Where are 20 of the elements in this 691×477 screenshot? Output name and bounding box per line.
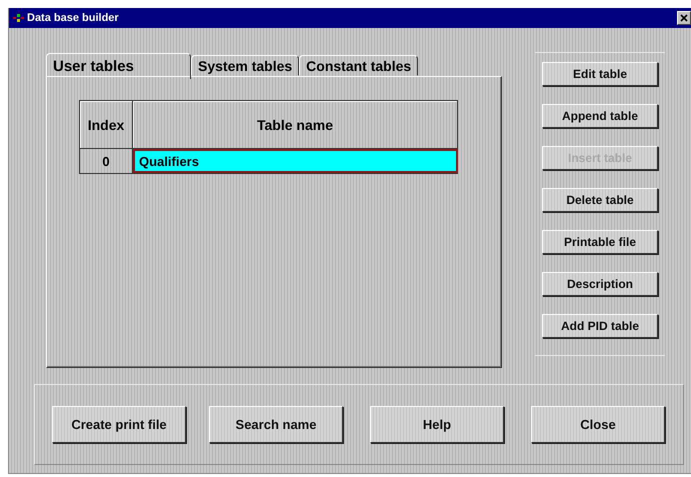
action-button[interactable]: Help — [370, 406, 504, 443]
close-icon — [680, 14, 688, 22]
tab[interactable]: System tables — [191, 55, 300, 76]
app-icon — [13, 14, 25, 22]
action-button[interactable]: Delete table — [542, 188, 658, 212]
column-header: Index — [80, 101, 133, 149]
close-button[interactable] — [677, 11, 691, 25]
action-button[interactable]: Add PID table — [542, 314, 658, 338]
column-header: Table name — [133, 101, 458, 149]
tab[interactable]: User tables — [46, 53, 191, 79]
window-title: Data base builder — [27, 12, 120, 24]
action-button[interactable]: Close — [531, 406, 665, 443]
action-button[interactable]: Search name — [209, 406, 343, 443]
table-cell[interactable]: Qualifiers — [133, 149, 458, 173]
action-button[interactable]: Printable file — [542, 230, 658, 254]
tab[interactable]: Constant tables — [299, 55, 418, 76]
action-button[interactable]: Edit table — [542, 62, 658, 86]
action-button[interactable]: Append table — [542, 104, 658, 128]
action-button[interactable]: Description — [542, 272, 658, 296]
action-button[interactable]: Create print file — [52, 406, 186, 443]
